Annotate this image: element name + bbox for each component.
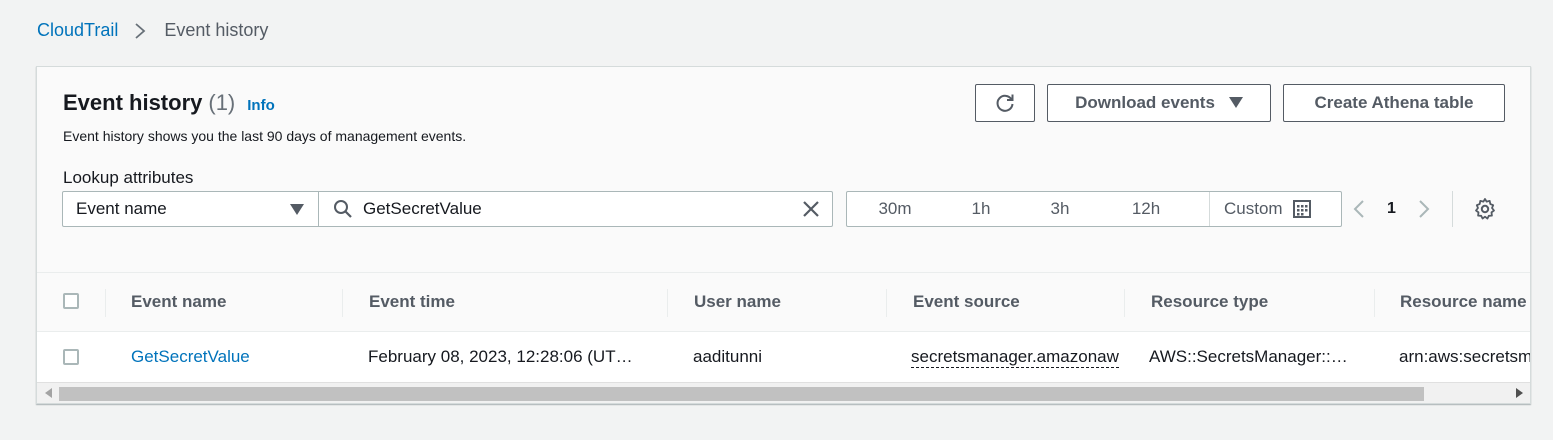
pagination: 1 xyxy=(1353,191,1497,227)
table-row: GetSecretValue February 08, 2023, 12:28:… xyxy=(37,332,1530,382)
chevron-right-icon xyxy=(134,22,146,40)
column-header-event-name[interactable]: Event name xyxy=(131,273,226,331)
divider xyxy=(1451,191,1453,227)
lookup-attributes-label: Lookup attributes xyxy=(63,168,194,187)
page-title: Event history (1) Info xyxy=(63,90,275,116)
refresh-icon xyxy=(994,92,1016,114)
column-divider xyxy=(886,289,887,317)
lookup-attribute-value: Event name xyxy=(76,199,167,218)
breadcrumb: CloudTrail Event history xyxy=(37,20,268,41)
resource-name-cell: arn:aws:secretsm xyxy=(1399,347,1531,366)
event-history-panel: Event history (1) Info Event history sho… xyxy=(36,66,1531,404)
column-header-resource-name[interactable]: Resource name xyxy=(1400,273,1527,331)
column-divider xyxy=(1124,289,1125,317)
download-events-button[interactable]: Download events xyxy=(1047,84,1271,122)
refresh-button[interactable] xyxy=(975,84,1035,122)
event-time-cell: February 08, 2023, 12:28:06 (UT… xyxy=(368,347,633,366)
event-name-link[interactable]: GetSecretValue xyxy=(131,332,331,382)
event-source-cell[interactable]: secretsmanager.amazonaw xyxy=(911,332,1127,382)
column-divider xyxy=(667,289,668,317)
custom-label: Custom xyxy=(1224,199,1283,218)
page-description: Event history shows you the last 90 days… xyxy=(63,128,467,144)
time-range-12h[interactable]: 12h xyxy=(1101,199,1191,219)
column-divider xyxy=(105,289,106,317)
table-header: Event name Event time User name Event so… xyxy=(37,272,1530,332)
chevron-left-icon[interactable] xyxy=(1353,199,1365,219)
row-checkbox[interactable] xyxy=(63,349,79,365)
column-header-user-name[interactable]: User name xyxy=(694,273,781,331)
time-range-1h[interactable]: 1h xyxy=(943,199,1019,219)
time-range-selector: 30m 1h 3h 12h Custom xyxy=(846,191,1342,227)
event-count: (1) xyxy=(208,90,236,115)
chevron-right-icon[interactable] xyxy=(1418,199,1430,219)
calendar-icon xyxy=(1292,200,1311,218)
caret-down-icon xyxy=(290,204,304,216)
lookup-attribute-select[interactable]: Event name xyxy=(62,191,319,227)
scrollbar-thumb[interactable] xyxy=(59,387,1424,401)
close-icon[interactable] xyxy=(802,200,820,218)
select-all-checkbox[interactable] xyxy=(63,293,79,309)
info-link[interactable]: Info xyxy=(247,97,275,114)
column-header-resource-type[interactable]: Resource type xyxy=(1151,273,1268,331)
time-range-custom[interactable]: Custom xyxy=(1209,192,1341,226)
title-text: Event history xyxy=(63,90,203,115)
scroll-left-icon[interactable] xyxy=(45,388,53,398)
horizontal-scrollbar[interactable] xyxy=(37,382,1530,403)
search-value: GetSecretValue xyxy=(363,199,482,218)
resource-type-cell: AWS::SecretsManager::… xyxy=(1149,347,1348,366)
column-header-event-time[interactable]: Event time xyxy=(369,273,455,331)
column-divider xyxy=(342,289,343,317)
user-name-cell: aaditunni xyxy=(693,347,763,366)
download-events-label: Download events xyxy=(1075,93,1215,112)
scroll-right-icon[interactable] xyxy=(1516,388,1524,398)
column-header-event-source[interactable]: Event source xyxy=(913,273,1020,331)
gear-icon[interactable] xyxy=(1473,197,1497,221)
page-number[interactable]: 1 xyxy=(1387,200,1396,218)
time-range-3h[interactable]: 3h xyxy=(1019,199,1101,219)
search-icon xyxy=(333,199,353,219)
time-range-30m[interactable]: 30m xyxy=(847,199,943,219)
lookup-search-input[interactable]: GetSecretValue xyxy=(318,191,833,227)
breadcrumb-current: Event history xyxy=(164,20,269,40)
event-source-value: secretsmanager.amazonaw xyxy=(911,346,1119,368)
column-divider xyxy=(1374,289,1375,317)
caret-down-icon xyxy=(1228,97,1243,109)
panel-header: Event history (1) Info Event history sho… xyxy=(37,67,1530,272)
breadcrumb-cloudtrail-link[interactable]: CloudTrail xyxy=(37,20,118,41)
create-athena-table-button[interactable]: Create Athena table xyxy=(1283,84,1505,122)
